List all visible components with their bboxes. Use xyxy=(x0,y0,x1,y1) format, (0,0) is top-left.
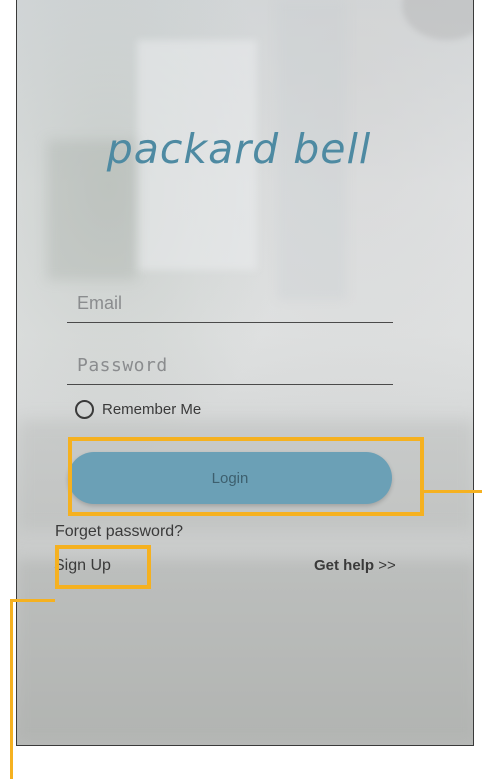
remember-me-label: Remember Me xyxy=(102,401,202,418)
password-field[interactable] xyxy=(67,346,393,385)
brand-logo: packard bell xyxy=(106,125,372,173)
remember-me-option[interactable]: Remember Me xyxy=(75,400,201,419)
signup-callout-line-vertical xyxy=(10,599,13,779)
remember-radio-button[interactable] xyxy=(75,400,94,419)
email-input[interactable] xyxy=(67,284,393,322)
signup-highlight-box xyxy=(55,545,151,589)
email-field[interactable] xyxy=(67,284,393,323)
login-highlight-box xyxy=(68,437,424,516)
login-callout-line xyxy=(424,490,482,493)
get-help-label: Get help xyxy=(314,557,375,574)
get-help-link[interactable]: Get help >> xyxy=(314,557,396,574)
signup-callout-line-horizontal xyxy=(10,599,55,602)
get-help-arrows: >> xyxy=(378,557,396,574)
forget-password-link[interactable]: Forget password? xyxy=(55,523,183,541)
background-clock xyxy=(402,0,473,40)
password-input[interactable] xyxy=(67,346,393,384)
